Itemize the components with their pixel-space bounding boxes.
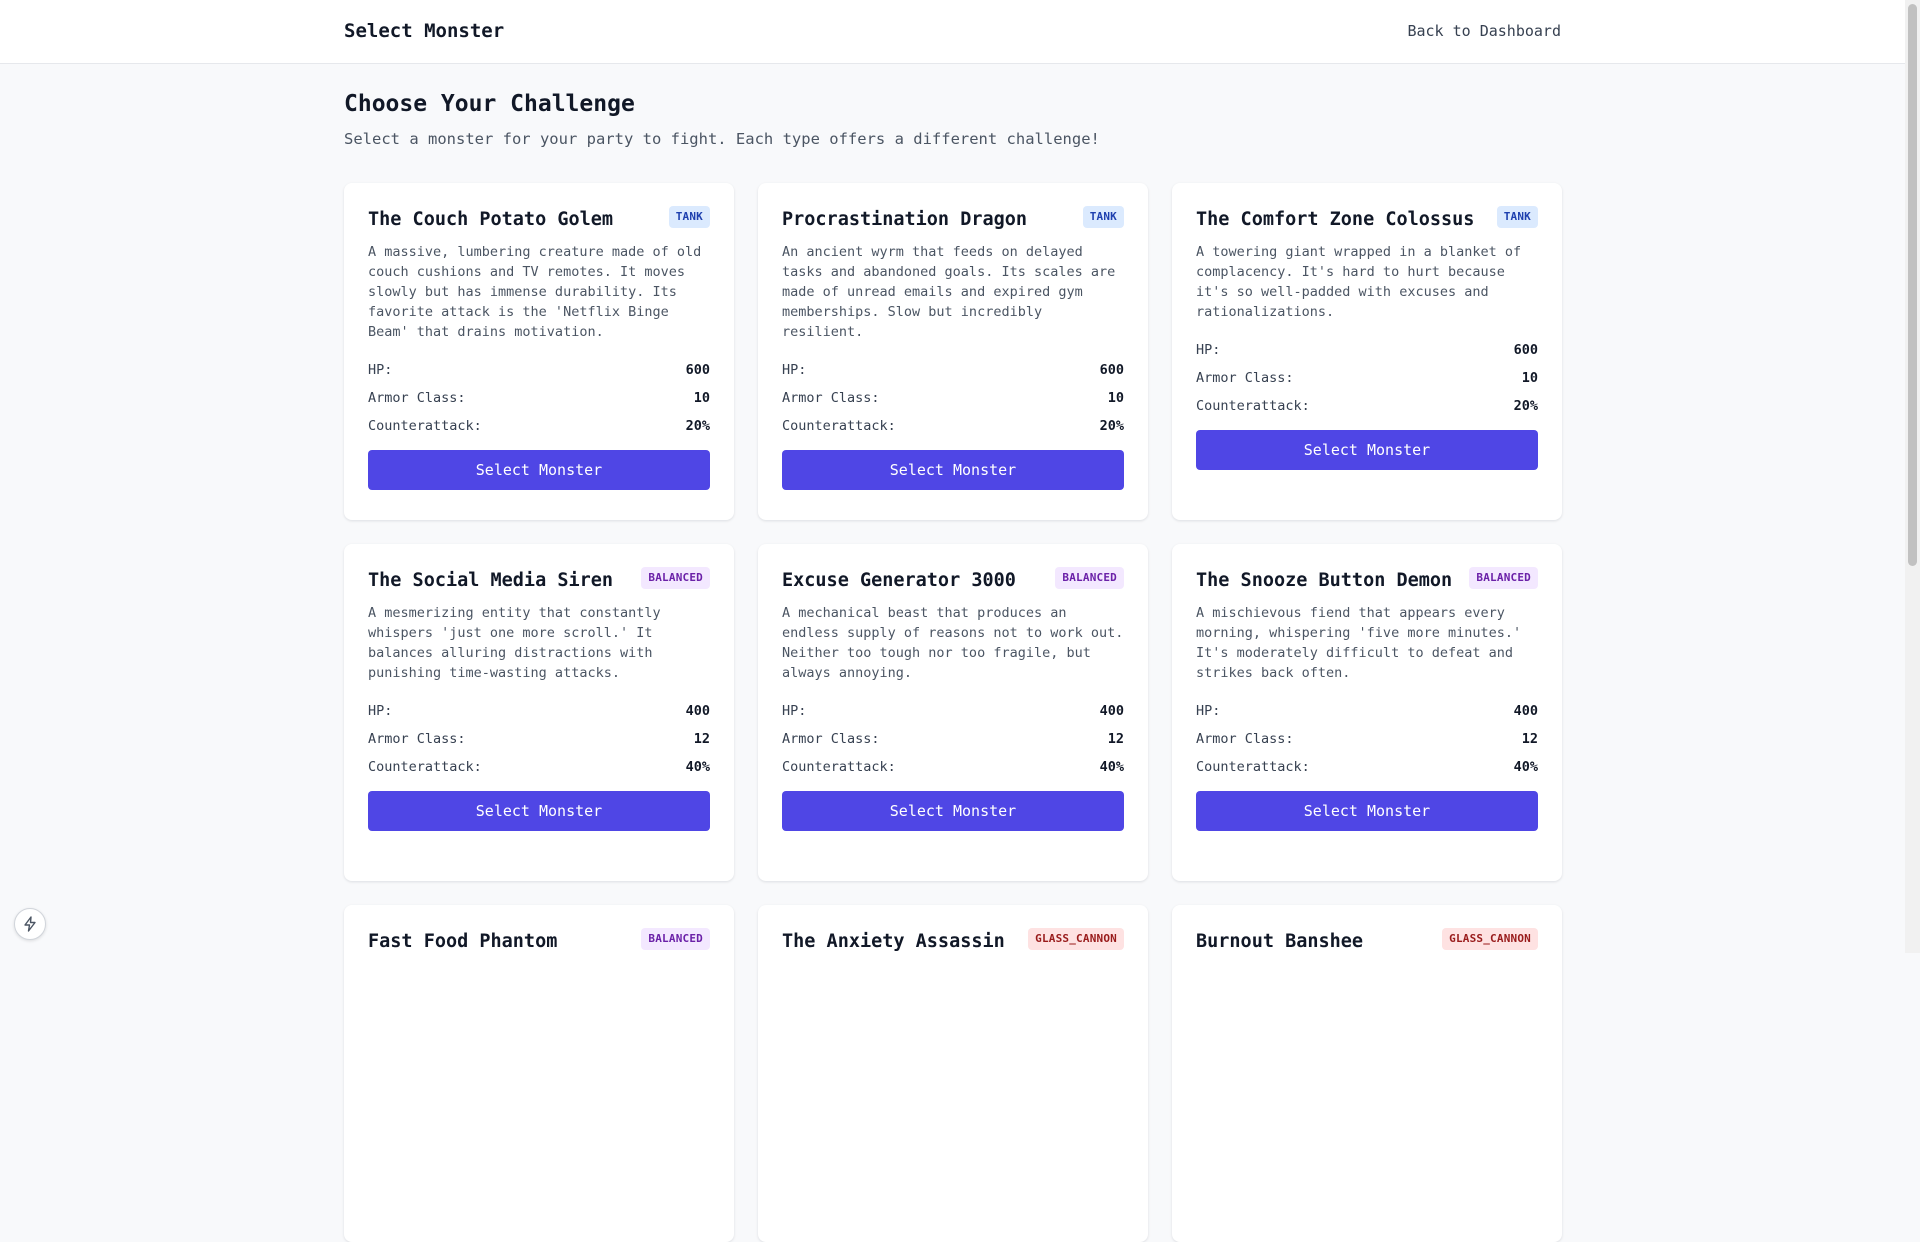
monster-stats: HP: 400 Armor Class: 12 Counterattack: 40% [368,697,710,781]
scrollbar-thumb[interactable] [1908,4,1917,566]
hp-label: HP: [782,703,807,719]
monster-name: Fast Food Phantom [368,931,558,952]
monster-description: A mesmerizing entity that constantly whi… [368,605,661,681]
counter-label: Counterattack: [782,759,896,775]
hp-value: 600 [1513,342,1538,358]
armor-label: Armor Class: [1196,370,1294,386]
type-badge: BALANCED [1055,567,1124,589]
monster-card: The Snooze Button Demon BALANCED A misch… [1172,544,1562,881]
back-to-dashboard-link[interactable]: Back to Dashboard [1407,22,1561,40]
page-scrollbar[interactable] [1905,0,1920,953]
armor-label: Armor Class: [368,731,466,747]
select-monster-button[interactable]: Select Monster [368,791,710,831]
armor-value: 12 [1521,731,1538,747]
monster-name: The Comfort Zone Colossus [1196,209,1475,230]
monster-stats: HP: 600 Armor Class: 10 Counterattack: 20% [368,356,710,440]
counter-value: 20% [1099,418,1124,434]
page-title: Select Monster [344,20,505,42]
monster-card: The Anxiety Assassin GLASS_CANNON [758,905,1148,1242]
monster-grid: The Couch Potato Golem TANK A massive, l… [344,183,1562,1242]
monster-card: Procrastination Dragon TANK An ancient w… [758,183,1148,520]
monster-description: A towering giant wrapped in a blanket of… [1196,244,1522,320]
hp-label: HP: [782,362,807,378]
type-badge: BALANCED [641,928,710,950]
armor-label: Armor Class: [1196,731,1294,747]
type-badge: BALANCED [1469,567,1538,589]
monster-stats: HP: 400 Armor Class: 12 Counterattack: 40% [782,697,1124,781]
type-badge: BALANCED [641,567,710,589]
lightning-icon[interactable] [14,908,46,940]
hp-label: HP: [1196,703,1221,719]
monster-stats: HP: 600 Armor Class: 10 Counterattack: 20% [1196,336,1538,420]
monster-name: The Social Media Siren [368,570,614,591]
monster-name: The Snooze Button Demon [1196,570,1453,591]
hp-value: 400 [1099,703,1124,719]
monster-name: Procrastination Dragon [782,209,1028,230]
monster-description: A massive, lumbering creature made of ol… [368,244,702,340]
monster-card: The Comfort Zone Colossus TANK A towerin… [1172,183,1562,520]
armor-value: 10 [1107,390,1124,406]
select-monster-button[interactable]: Select Monster [782,450,1124,490]
monster-card: The Social Media Siren BALANCED A mesmer… [344,544,734,881]
select-monster-button[interactable]: Select Monster [782,791,1124,831]
armor-value: 10 [1521,370,1538,386]
select-monster-button[interactable]: Select Monster [1196,791,1538,831]
counter-value: 40% [685,759,710,775]
hp-value: 600 [685,362,710,378]
section-subheading: Select a monster for your party to fight… [344,130,1100,148]
counter-label: Counterattack: [782,418,896,434]
armor-label: Armor Class: [782,390,880,406]
type-badge: TANK [1496,206,1538,228]
armor-label: Armor Class: [782,731,880,747]
hp-label: HP: [1196,342,1221,358]
monster-description: A mechanical beast that produces an endl… [782,605,1124,681]
counter-label: Counterattack: [1196,759,1310,775]
counter-value: 20% [685,418,710,434]
monster-card: Excuse Generator 3000 BALANCED A mechani… [758,544,1148,881]
monster-stats: HP: 600 Armor Class: 10 Counterattack: 20% [782,356,1124,440]
counter-label: Counterattack: [368,759,482,775]
monster-name: Burnout Banshee [1196,931,1364,952]
monster-description: An ancient wyrm that feeds on delayed ta… [782,244,1116,340]
hp-value: 400 [685,703,710,719]
type-badge: TANK [668,206,710,228]
counter-label: Counterattack: [1196,398,1310,414]
monster-name: The Anxiety Assassin [782,931,1005,952]
armor-value: 12 [693,731,710,747]
select-monster-button[interactable]: Select Monster [1196,430,1538,470]
counter-value: 40% [1099,759,1124,775]
monster-name: The Couch Potato Golem [368,209,614,230]
armor-value: 10 [693,390,710,406]
armor-value: 12 [1107,731,1124,747]
monster-card: The Couch Potato Golem TANK A massive, l… [344,183,734,520]
counter-value: 20% [1513,398,1538,414]
type-badge: GLASS_CANNON [1028,928,1124,950]
select-monster-button[interactable]: Select Monster [368,450,710,490]
monster-stats: HP: 400 Armor Class: 12 Counterattack: 40% [1196,697,1538,781]
type-badge: TANK [1082,206,1124,228]
monster-description: A mischievous fiend that appears every m… [1196,605,1522,681]
monster-card: Burnout Banshee GLASS_CANNON [1172,905,1562,1242]
hp-label: HP: [368,362,393,378]
hp-label: HP: [368,703,393,719]
armor-label: Armor Class: [368,390,466,406]
hp-value: 400 [1513,703,1538,719]
top-nav: Select Monster Back to Dashboard [0,0,1905,64]
section-heading: Choose Your Challenge [344,91,635,117]
hp-value: 600 [1099,362,1124,378]
monster-card: Fast Food Phantom BALANCED [344,905,734,1242]
monster-name: Excuse Generator 3000 [782,570,1016,591]
counter-value: 40% [1513,759,1538,775]
type-badge: GLASS_CANNON [1442,928,1538,950]
counter-label: Counterattack: [368,418,482,434]
